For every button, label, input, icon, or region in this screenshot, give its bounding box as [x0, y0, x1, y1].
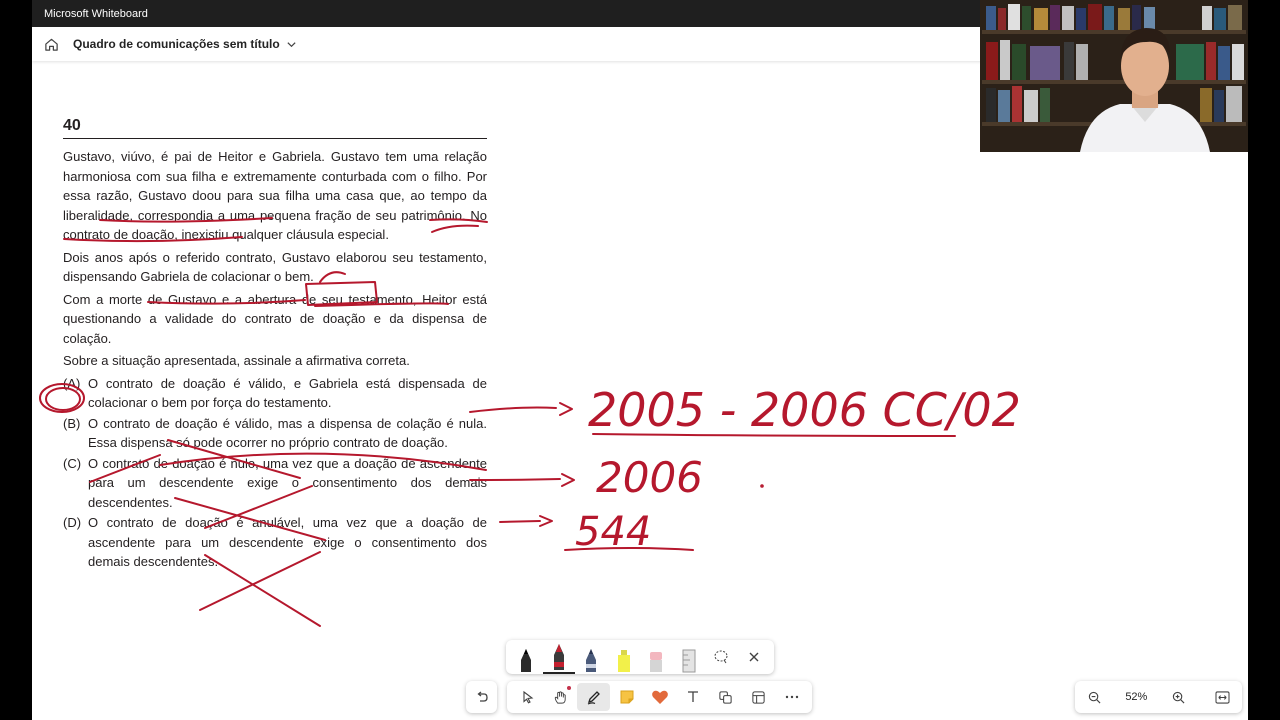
zoom-controls: 52%	[1075, 681, 1242, 713]
zoom-level[interactable]: 52%	[1125, 691, 1147, 703]
fit-screen-icon	[1215, 690, 1230, 704]
chevron-down-icon[interactable]	[286, 39, 297, 50]
option-c: (C) O contrato de doação é nulo, uma vez…	[63, 454, 487, 513]
text-icon	[687, 691, 698, 702]
option-b: (B) O contrato de doação é válido, mas a…	[63, 414, 487, 453]
option-letter: (D)	[63, 515, 82, 530]
board-title[interactable]: Quadro de comunicações sem título	[73, 37, 280, 51]
lasso-icon	[714, 650, 728, 664]
option-letter: (C)	[63, 455, 82, 471]
red-pen[interactable]	[542, 640, 575, 674]
yellow-highlighter[interactable]	[608, 640, 641, 674]
eraser[interactable]	[640, 640, 673, 674]
fit-to-screen-button[interactable]	[1210, 684, 1236, 710]
zoom-out-button[interactable]	[1081, 684, 1107, 710]
question-paragraph: Com a morte de Gustavo e a abertura de s…	[63, 291, 487, 346]
pen-icon	[587, 691, 600, 705]
eraser-icon	[650, 652, 663, 672]
bottom-toolbar	[466, 681, 812, 713]
lasso-button[interactable]	[705, 640, 738, 674]
pan-tool[interactable]	[544, 683, 577, 711]
black-pen[interactable]	[510, 640, 543, 674]
close-tray-button[interactable]	[738, 640, 771, 674]
option-text: O contrato de doação é nulo, uma vez que…	[88, 455, 487, 510]
blue-gray-pen[interactable]	[575, 640, 608, 674]
highlighter-icon	[617, 650, 630, 672]
shapes-icon	[719, 690, 732, 704]
templates-icon	[752, 690, 765, 704]
reactions-tool[interactable]	[643, 683, 676, 711]
home-button[interactable]	[41, 34, 61, 54]
option-text: O contrato de doação é válido, e Gabriel…	[88, 375, 487, 411]
hand-icon	[554, 690, 566, 704]
sticky-note-tool[interactable]	[610, 683, 643, 711]
pen-tray	[506, 640, 774, 674]
tools-group	[507, 681, 812, 713]
ruler[interactable]	[673, 640, 706, 674]
sticky-note-icon	[620, 690, 633, 704]
zoom-in-icon	[1172, 691, 1185, 703]
webcam-overlay	[980, 0, 1248, 152]
home-icon	[44, 38, 58, 51]
option-text: O contrato de doação é válido, mas a dis…	[88, 415, 487, 451]
pen-icon	[586, 649, 597, 672]
question-paragraph: Gustavo, viúvo, é pai de Heitor e Gabrie…	[63, 149, 487, 242]
more-tool[interactable]	[775, 683, 808, 711]
pen-icon	[553, 644, 564, 670]
cursor-icon	[522, 690, 533, 704]
option-d: (D) O contrato de doação é anulável, uma…	[63, 513, 487, 572]
question-number: 40	[63, 117, 487, 139]
close-icon	[749, 652, 759, 662]
option-letter: (B)	[63, 415, 81, 431]
select-tool[interactable]	[511, 683, 544, 711]
option-a: (A) O contrato de doação é válido, e Gab…	[63, 374, 487, 413]
heart-icon	[651, 690, 668, 704]
pen-icon	[521, 649, 532, 672]
question-paragraph: Sobre a situação apresentada, assinale a…	[63, 353, 410, 368]
option-text: O contrato de doação é anulável, uma vez…	[88, 515, 487, 569]
templates-tool[interactable]	[742, 683, 775, 711]
zoom-in-button[interactable]	[1166, 684, 1192, 710]
zoom-out-icon	[1088, 691, 1100, 703]
question-paragraph: Dois anos após o referido contrato, Gust…	[63, 249, 487, 285]
inking-tool[interactable]	[577, 683, 610, 711]
active-dot	[567, 686, 571, 690]
undo-button[interactable]	[466, 681, 497, 713]
more-icon	[785, 695, 798, 699]
ruler-icon	[682, 649, 696, 673]
undo-icon	[476, 691, 488, 702]
shapes-tool[interactable]	[709, 683, 742, 711]
presenter-video	[980, 0, 1248, 152]
option-letter: (A)	[63, 375, 81, 391]
text-tool[interactable]	[676, 683, 709, 711]
window-title: Microsoft Whiteboard	[44, 7, 148, 20]
question-document: 40 Gustavo, viúvo, é pai de Heitor e Gab…	[63, 117, 487, 573]
